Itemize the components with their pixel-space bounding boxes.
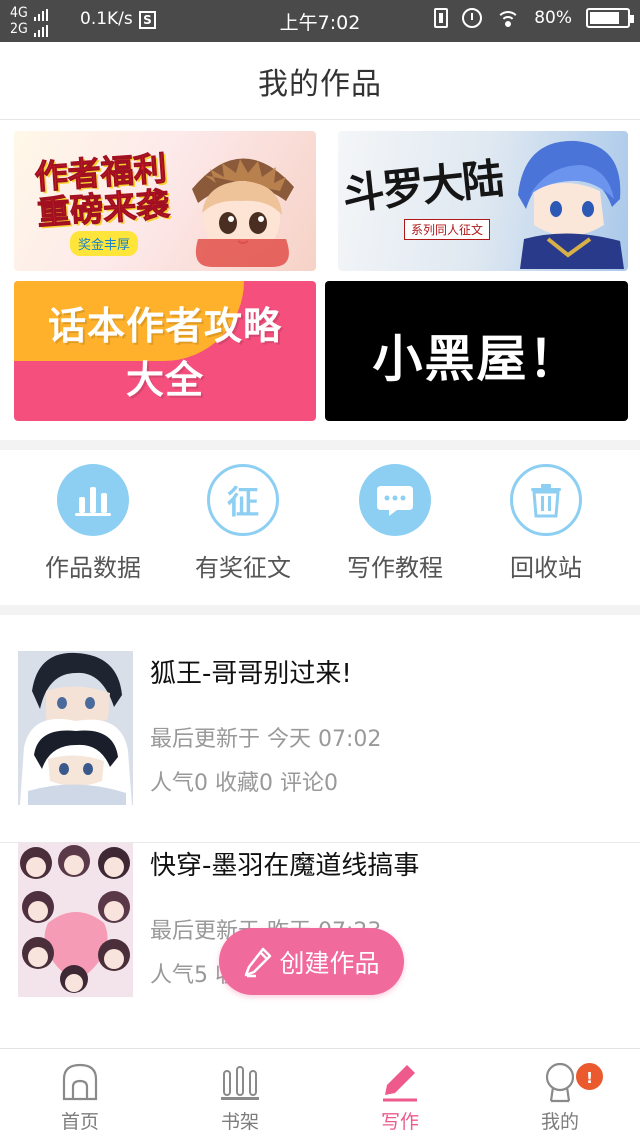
wifi-icon (496, 9, 521, 27)
trash-icon (510, 464, 582, 536)
action-recycle-bin[interactable]: 回收站 (471, 464, 621, 583)
chat-bubble-icon (359, 464, 431, 536)
battery-icon (586, 8, 634, 28)
alarm-icon (462, 8, 483, 28)
banner-welfare-title: 作者福利 重磅来袭 (33, 148, 171, 233)
banner-welfare-line2: 重磅来袭 (36, 184, 171, 233)
create-work-label: 创建作品 (279, 948, 380, 978)
pencil-icon (245, 947, 272, 977)
nav-profile[interactable]: ! 我的 (480, 1049, 640, 1138)
section-divider (0, 440, 640, 450)
chart-icon (57, 464, 129, 536)
status-bar: 4G 2G 0.1K/s S 上午7:02 80% (0, 0, 640, 42)
banner-douluo-title: 斗罗大陆 (340, 153, 505, 220)
nav-home-label: 首页 (60, 1111, 99, 1133)
zheng-icon: 征 (207, 464, 279, 536)
work-title: 狐王-哥哥别过来! (150, 659, 352, 689)
banner-blackroom[interactable]: 小黑屋！ (325, 281, 628, 421)
banner-welfare-tag: 奖金丰厚 (70, 231, 139, 256)
action-contest[interactable]: 征 有奖征文 (168, 464, 318, 583)
action-work-data-label: 作品数据 (45, 554, 141, 582)
banner-blackroom-text: 小黑屋！ (372, 330, 581, 388)
work-item[interactable]: 狐王-哥哥别过来! 最后更新于 今天 07:02 人气0 收藏0 评论0 (0, 651, 640, 843)
work-updated: 最后更新于 今天 07:02 (150, 727, 382, 752)
page-header: 我的作品 (0, 42, 640, 120)
battery-saver-icon (434, 8, 449, 28)
banner-douluo-contest[interactable]: 斗罗大陆 系列同人征文 (338, 131, 628, 271)
work-stats: 人气0 收藏0 评论0 (150, 771, 338, 796)
action-tutorial[interactable]: 写作教程 (320, 464, 470, 583)
action-contest-label: 有奖征文 (195, 554, 291, 582)
anime-boy-illustration (518, 140, 624, 269)
banner-guide-line2: 大全 (125, 358, 204, 402)
bottom-nav: 首页 书架 写作 ! 我的 (0, 1048, 640, 1138)
zheng-glyph: 征 (226, 483, 259, 521)
work-cover (18, 843, 133, 997)
nav-bookshelf-label: 书架 (220, 1111, 259, 1133)
bookshelf-icon (221, 1066, 259, 1100)
section-divider (0, 605, 640, 615)
page-title: 我的作品 (258, 66, 382, 102)
anime-girl-illustration (192, 158, 294, 267)
nav-profile-label: 我的 (540, 1111, 579, 1133)
nav-write-label: 写作 (380, 1111, 419, 1133)
home-icon (62, 1063, 98, 1101)
pen-icon (383, 1065, 417, 1102)
battery-percent: 80% (534, 8, 572, 28)
action-tutorial-label: 写作教程 (347, 554, 443, 582)
banner-guide-line1: 话本作者攻略 (47, 304, 282, 348)
create-work-button[interactable]: 创建作品 (219, 928, 404, 995)
banner-author-welfare[interactable]: 作者福利 重磅来袭 奖金丰厚 (14, 131, 316, 271)
work-cover (18, 651, 133, 805)
notification-badge: ! (574, 1061, 605, 1092)
action-recycle-bin-label: 回收站 (510, 554, 582, 582)
nav-home[interactable]: 首页 (0, 1049, 160, 1138)
action-work-data[interactable]: 作品数据 (18, 464, 168, 583)
nav-write[interactable]: 写作 (320, 1049, 480, 1138)
banner-douluo-subtitle: 系列同人征文 (404, 219, 491, 240)
work-title: 快穿-墨羽在魔道线搞事 (150, 851, 420, 881)
banner-author-guide[interactable]: 话本作者攻略 大全 (14, 281, 316, 421)
nav-bookshelf[interactable]: 书架 (160, 1049, 320, 1138)
